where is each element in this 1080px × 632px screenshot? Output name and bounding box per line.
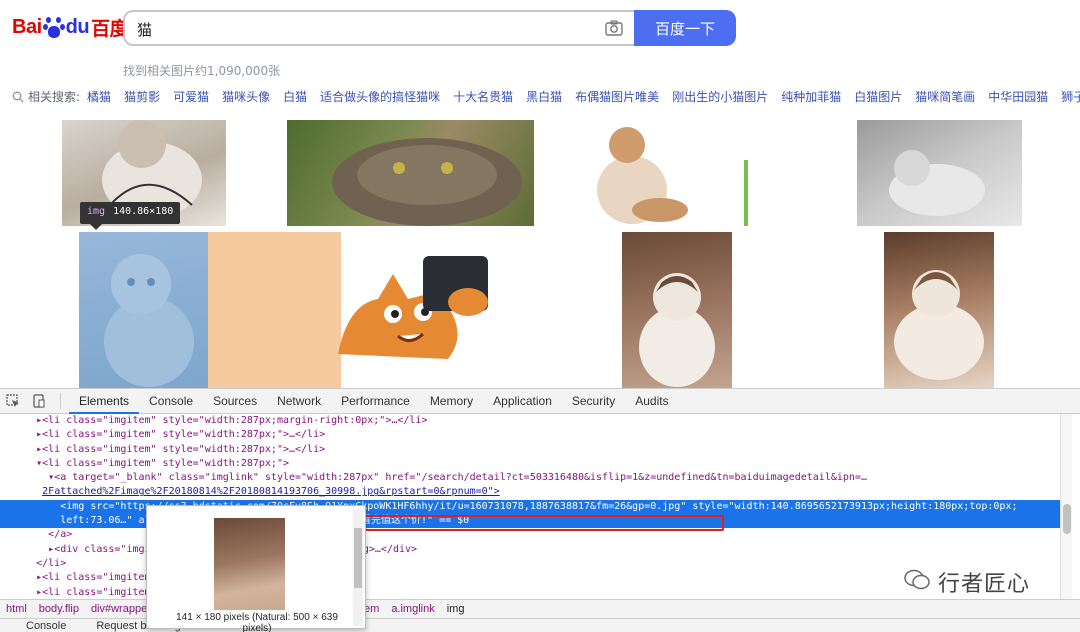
preview-caption: 141 × 180 pixels (Natural: 500 × 639 pix…: [176, 612, 338, 632]
related-link[interactable]: 可爱猫: [173, 88, 209, 105]
tab-performance[interactable]: Performance: [331, 389, 420, 414]
screenshot: Bai du 百度 猫 百度一下 找到相关图片约1,090,000张 相关搜索:…: [0, 0, 1080, 632]
cat-image[interactable]: [318, 244, 498, 362]
scroll-thumb[interactable]: [1063, 504, 1071, 534]
related-link[interactable]: 中华田园猫: [988, 88, 1048, 105]
baidu-header: Bai du 百度 猫 百度一下 找到相关图片约1,090,000张 相关搜索:…: [0, 0, 1080, 120]
crumb-html[interactable]: html: [0, 603, 33, 615]
inspect-element-icon[interactable]: [0, 389, 26, 414]
tab-security[interactable]: Security: [562, 389, 625, 414]
dom-scrollbar[interactable]: [1060, 414, 1072, 600]
toolbar-divider: [60, 393, 61, 409]
preview-scrollbar[interactable]: [353, 510, 363, 626]
image-grid: img 140.86×180: [0, 120, 1080, 388]
related-label: 相关搜索:: [28, 90, 81, 104]
cat-image[interactable]: [884, 232, 994, 388]
dom-node[interactable]: ▾<li class="imgitem" style="width:287px;…: [0, 457, 1060, 471]
tooltip-arrow: [90, 224, 102, 230]
cat-image[interactable]: [287, 120, 534, 226]
search-icon: [12, 91, 24, 102]
inspect-highlight: [79, 232, 208, 388]
related-link[interactable]: 白猫图片: [854, 88, 902, 105]
dom-node[interactable]: ▾<a target="_blank" class="imglink" styl…: [0, 471, 1060, 485]
image-preview-popup: 141 × 180 pixels (Natural: 500 × 639 pix…: [146, 505, 366, 632]
device-toolbar-icon[interactable]: [26, 389, 52, 414]
dom-node[interactable]: ▸<li class="imgitem" style="width:287px;…: [0, 428, 1060, 442]
related-link[interactable]: 猫剪影: [124, 88, 160, 105]
tab-memory[interactable]: Memory: [420, 389, 483, 414]
related-link[interactable]: 纯种加菲猫: [781, 88, 841, 105]
related-link[interactable]: 白猫: [283, 88, 307, 105]
dom-node[interactable]: ▸<li class="imgitem" style="width:287px;…: [0, 414, 1060, 428]
preview-image: [214, 518, 285, 610]
related-link[interactable]: 刚出生的小猫图片: [672, 88, 768, 105]
search-input[interactable]: 猫: [123, 10, 635, 46]
related-link[interactable]: 狮子猫: [1061, 88, 1080, 105]
result-count: 找到相关图片约1,090,000张: [123, 64, 281, 78]
search-button[interactable]: 百度一下: [634, 10, 736, 46]
crumb-body[interactable]: body.flip: [33, 603, 85, 615]
related-link[interactable]: 橘猫: [87, 88, 111, 105]
related-link[interactable]: 猫咪简笔画: [915, 88, 975, 105]
dom-node[interactable]: 2Fattached%2Fimage%2F20180814%2F20180814…: [0, 485, 1060, 499]
drawer-tab-console[interactable]: Console: [26, 620, 66, 632]
related-link[interactable]: 猫咪头像: [222, 88, 270, 105]
tab-sources[interactable]: Sources: [203, 389, 267, 414]
preview-scroll-thumb[interactable]: [354, 528, 362, 588]
devtools-tabbar: Elements Console Sources Network Perform…: [0, 389, 1080, 414]
paw-icon: [42, 16, 65, 39]
watermark: 行者匠心: [904, 566, 1030, 598]
wechat-icon: [904, 569, 930, 595]
tab-elements[interactable]: Elements: [69, 389, 140, 414]
cat-image[interactable]: [622, 232, 732, 388]
cat-image[interactable]: [572, 120, 748, 226]
related-searches: 相关搜索: 橘猫 猫剪影 可爱猫 猫咪头像 白猫 适合做头像的搞怪猫咪 十大名贵…: [12, 88, 1080, 105]
crumb-a[interactable]: a.imglink: [385, 603, 440, 615]
related-link[interactable]: 黑白猫: [526, 88, 562, 105]
dom-node[interactable]: ▸<li class="imgitem" style="width:287px;…: [0, 443, 1060, 457]
camera-icon[interactable]: [605, 20, 623, 36]
related-link[interactable]: 十大名贵猫: [453, 88, 513, 105]
tab-application[interactable]: Application: [483, 389, 562, 414]
crumb-img[interactable]: img: [441, 603, 471, 615]
inspect-tooltip: img 140.86×180: [80, 202, 181, 224]
tab-audits[interactable]: Audits: [625, 389, 678, 414]
related-link[interactable]: 适合做头像的搞怪猫咪: [320, 88, 440, 105]
related-link[interactable]: 布偶猫图片唯美: [575, 88, 659, 105]
tab-network[interactable]: Network: [267, 389, 331, 414]
baidu-logo[interactable]: Bai du 百度: [12, 14, 129, 41]
search-query[interactable]: 猫: [137, 19, 152, 40]
cat-image[interactable]: [857, 120, 1022, 226]
tab-console[interactable]: Console: [139, 389, 203, 414]
